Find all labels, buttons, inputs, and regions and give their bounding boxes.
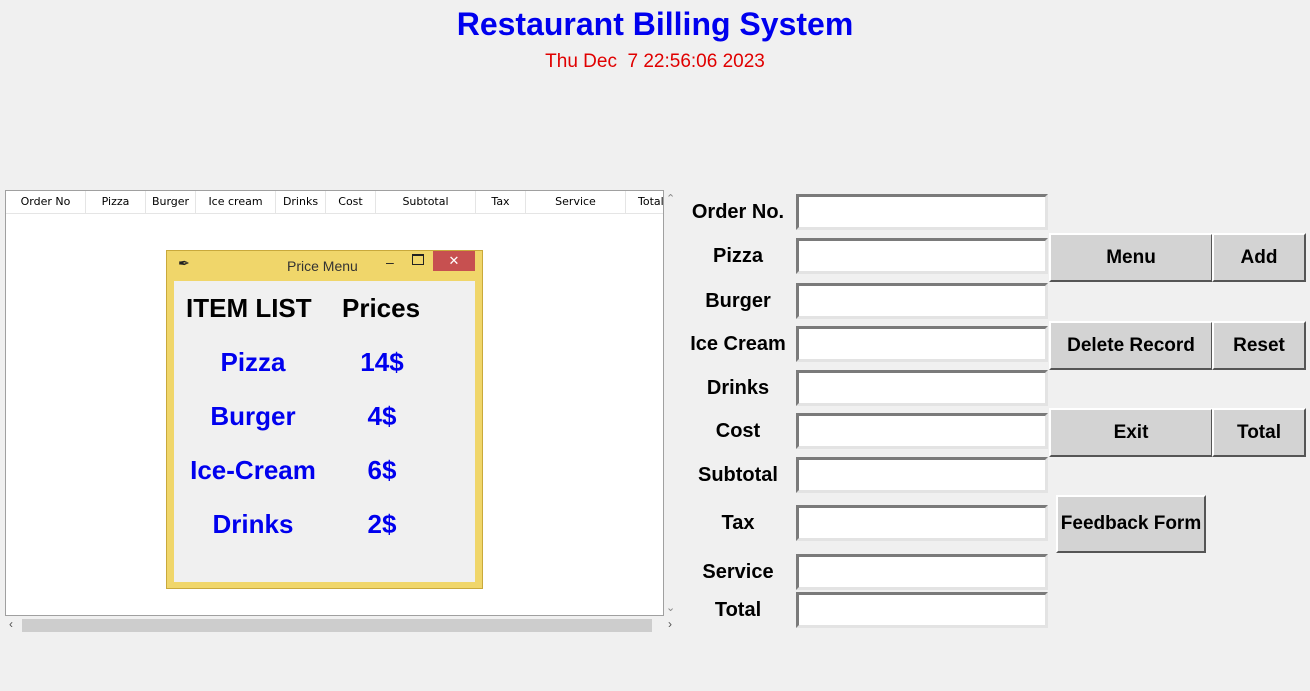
price-menu-window: ✒ Price Menu – ✕ ITEM LIST Prices Pizza … [166,250,483,589]
menu-item-price: 4$ [367,401,397,431]
feather-icon: ✒ [178,255,190,271]
column-header-pizza[interactable]: Pizza [86,191,146,213]
ice-cream-field[interactable] [796,326,1048,362]
horizontal-scroll-thumb[interactable] [22,619,652,632]
drinks-label: Drinks [706,377,770,399]
scroll-left-icon[interactable]: ‹ [9,617,13,631]
menu-item-name: Drinks [212,509,294,539]
item-list-heading: ITEM LIST [186,293,312,323]
column-header-burger[interactable]: Burger [146,191,196,213]
table-header: Order No Pizza Burger Ice cream Drinks C… [6,191,663,214]
cost-label: Cost [715,420,761,442]
tax-field[interactable] [796,505,1048,541]
cost-field[interactable] [796,413,1048,449]
prices-heading: Prices [342,293,421,323]
total-label: Total [714,599,762,621]
pizza-label: Pizza [712,245,764,267]
order-no-label: Order No. [691,201,785,223]
total-button[interactable]: Total [1212,408,1306,457]
close-icon[interactable]: ✕ [433,251,475,271]
menu-item-name: Pizza [220,347,286,377]
column-header-order-no[interactable]: Order No [6,191,86,213]
column-header-ice-cream[interactable]: Ice cream [196,191,276,213]
menu-item-price: 6$ [367,455,397,485]
column-header-tax[interactable]: Tax [476,191,526,213]
menu-button[interactable]: Menu [1049,233,1213,282]
subtotal-label: Subtotal [698,464,778,486]
menu-item-price: 2$ [367,509,397,539]
reset-button[interactable]: Reset [1212,321,1306,370]
drinks-field[interactable] [796,370,1048,406]
column-header-service[interactable]: Service [526,191,626,213]
column-header-subtotal[interactable]: Subtotal [376,191,476,213]
price-menu-body: ITEM LIST Prices Pizza 14$ Burger 4$ Ice… [174,281,475,582]
pizza-field[interactable] [796,238,1048,274]
minimize-icon[interactable]: – [386,254,394,270]
price-menu-title: Price Menu [287,258,358,274]
subtotal-field[interactable] [796,457,1048,493]
service-label: Service [702,561,774,583]
exit-button[interactable]: Exit [1049,408,1213,457]
datetime-label: Thu Dec 7 22:56:06 2023 [545,51,765,72]
app-title: Restaurant Billing System [456,6,854,42]
menu-item-name: Ice-Cream [190,455,316,485]
menu-item-name: Burger [210,401,296,431]
tax-label: Tax [721,512,755,534]
column-header-cost[interactable]: Cost [326,191,376,213]
add-button[interactable]: Add [1212,233,1306,282]
scroll-up-icon[interactable]: ⌃ [666,192,675,205]
burger-label: Burger [705,290,771,312]
price-menu-titlebar[interactable]: ✒ Price Menu – ✕ [167,251,482,279]
column-header-drinks[interactable]: Drinks [276,191,326,213]
menu-item-price: 14$ [360,347,404,377]
column-header-total[interactable]: Total [626,191,663,213]
ice-cream-label: Ice Cream [690,333,786,355]
delete-record-button[interactable]: Delete Record [1049,321,1213,370]
scroll-right-icon[interactable]: › [668,617,672,631]
feedback-form-button[interactable]: Feedback Form [1056,495,1206,553]
burger-field[interactable] [796,283,1048,319]
service-field[interactable] [796,554,1048,590]
scroll-down-icon[interactable]: ⌄ [666,601,675,614]
order-no-field[interactable] [796,194,1048,230]
total-field[interactable] [796,592,1048,628]
maximize-icon[interactable] [412,254,424,265]
